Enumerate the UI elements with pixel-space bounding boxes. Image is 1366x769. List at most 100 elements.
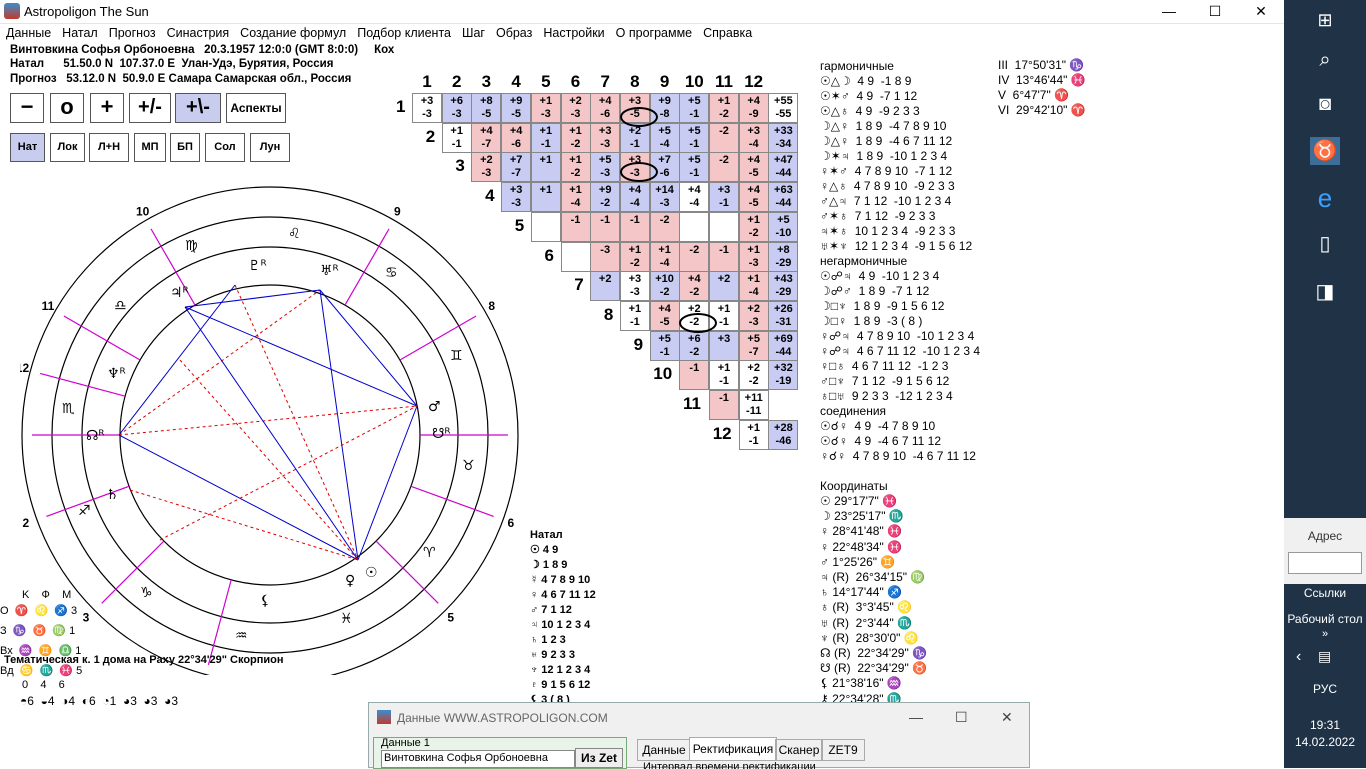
language-indicator[interactable]: РУС xyxy=(1284,682,1366,696)
mode-sol-button[interactable]: Сол xyxy=(205,133,245,162)
matrix-cell: +1 -1 xyxy=(441,122,472,153)
tab-data[interactable]: Данные xyxy=(637,739,691,761)
cell-plus-value: +1 xyxy=(747,243,760,256)
harmonic-aspect: ☽△♀ 1 8 9 -4 6 7 11 12 xyxy=(820,134,953,148)
tab-scanner[interactable]: Сканер xyxy=(775,739,823,761)
matrix-cell: +11 -11 xyxy=(738,390,769,420)
cell-minus-value: -2 xyxy=(630,256,640,269)
matrix-cell: +3 xyxy=(709,330,739,361)
menu-about[interactable]: О программе xyxy=(610,24,697,40)
from-zet-button[interactable]: Из Zet xyxy=(575,748,623,768)
menu-natal[interactable]: Натал xyxy=(56,24,103,40)
name-field[interactable]: Винтовкина Софья Орбоноевна xyxy=(381,750,575,768)
menu-settings[interactable]: Настройки xyxy=(537,24,609,40)
matrix-cell: +63 -44 xyxy=(768,182,799,213)
camera-icon[interactable]: ◙ xyxy=(1311,90,1339,118)
close-button[interactable]: ✕ xyxy=(1238,0,1284,22)
cell-minus-value: -29 xyxy=(775,256,792,269)
conjunction-aspect: ☉☌♀ 4 9 -4 6 7 11 12 xyxy=(820,434,941,448)
menu-image[interactable]: Образ xyxy=(490,24,537,40)
mode-lok-button[interactable]: Лок xyxy=(50,133,85,162)
clock-date[interactable]: 14.02.2022 xyxy=(1284,735,1366,749)
minimize-button[interactable]: — xyxy=(1146,0,1192,22)
zero-button[interactable]: o xyxy=(50,93,84,123)
desktop-label[interactable]: Рабочий стол xyxy=(1284,612,1366,626)
cell-minus-value: -3 xyxy=(630,286,640,299)
cell-plus-value: +5 xyxy=(688,154,701,167)
sagittarius-sign-icon: ♐ xyxy=(78,503,91,519)
tab-zet9[interactable]: ZET9 xyxy=(821,739,865,761)
natal-item: ☉ 4 9 xyxy=(530,544,559,556)
cell-minus-value: -4 xyxy=(659,137,670,150)
cell-plus-value: +4 xyxy=(747,95,760,107)
mode-nat-button[interactable]: Нат xyxy=(10,133,45,162)
mode-lun-button[interactable]: Лун xyxy=(250,133,290,162)
highlight-ellipse xyxy=(620,162,658,182)
mode-ln-button[interactable]: Л+Н xyxy=(89,133,129,162)
minus-button[interactable]: − xyxy=(10,93,44,123)
cell-plus-value: +47 xyxy=(774,154,793,167)
menu-data[interactable]: Данные xyxy=(0,24,56,40)
links-label[interactable]: Ссылки xyxy=(1284,586,1366,600)
maximize-button[interactable]: ☐ xyxy=(1192,0,1238,22)
cell-plus-value: +28 xyxy=(774,421,793,434)
cell-minus-value: -1 xyxy=(659,345,670,358)
subwin-maximize-button[interactable]: ☐ xyxy=(955,709,968,726)
menu-step[interactable]: Шаг xyxy=(456,24,490,40)
pisces-sign-icon: ♓ xyxy=(340,611,353,627)
harmonic-aspect: ☉△♁ 4 9 -9 2 3 3 xyxy=(820,104,920,118)
address-input[interactable] xyxy=(1288,552,1362,574)
windows-start-icon[interactable]: ⊞ xyxy=(1311,6,1339,34)
plus-button[interactable]: + xyxy=(90,93,124,123)
menu-formula[interactable]: Создание формул xyxy=(234,24,351,40)
cell-plus-value: +8 xyxy=(777,243,790,256)
clock-time[interactable]: 19:31 xyxy=(1284,718,1366,732)
menu-forecast[interactable]: Прогноз xyxy=(103,24,161,40)
device-icon[interactable]: ▯ xyxy=(1311,230,1339,258)
planet-coord: ⚸ 21°38'16" ♒ xyxy=(820,676,902,691)
matrix-cell: +4 -6 xyxy=(590,93,621,123)
aspects-button[interactable]: Аспекты xyxy=(226,93,286,123)
capricorn-sign-icon: ♑ xyxy=(140,585,153,601)
matrix-cell: +5 -3 xyxy=(590,152,621,183)
cell-plus-value: +1 xyxy=(628,302,642,315)
edge-browser-icon[interactable]: e xyxy=(1311,184,1339,212)
cell-plus-value: +5 xyxy=(658,332,671,345)
cell-minus-value: -1 xyxy=(689,167,700,180)
house-number-label: 10 xyxy=(136,205,150,219)
cell-plus-value: +5 xyxy=(598,154,612,167)
mode-mp-button[interactable]: МП xyxy=(134,133,166,162)
subwin-close-button[interactable]: ✕ xyxy=(1001,709,1013,726)
menu-synastry[interactable]: Синастрия xyxy=(161,24,235,40)
cell-minus-value: -1 xyxy=(719,243,729,256)
cell-minus-value: -4 xyxy=(630,197,640,210)
cell-minus-value: -9 xyxy=(748,108,759,120)
matrix-cell: +4 -4 xyxy=(679,182,710,213)
matrix-cell: +43 -29 xyxy=(768,271,799,302)
cell-plus-value: +3 xyxy=(628,95,642,107)
tab-rectification[interactable]: Ректификация xyxy=(689,737,777,761)
disharmonic-aspect: ♂□♆ 7 1 12 -9 1 5 6 12 xyxy=(820,374,950,388)
matrix-cell: +1 -2 xyxy=(560,122,591,153)
disharmonic-title: негармоничные xyxy=(820,254,908,268)
astropoligon-app-icon[interactable]: ♉ xyxy=(1310,137,1340,165)
menu-client[interactable]: Подбор клиента xyxy=(351,24,456,40)
expand-chevron-icon[interactable]: » xyxy=(1284,628,1366,640)
display-icon[interactable]: ◨ xyxy=(1311,278,1339,306)
plus-minus-button[interactable]: +/- xyxy=(129,93,171,123)
notification-icon[interactable]: ▤ xyxy=(1284,648,1366,665)
south-node-glyph-icon: ☋ᴿ xyxy=(432,426,451,442)
coords-title: Координаты xyxy=(820,479,888,493)
disharmonic-aspect: ♀☍♃ 4 7 8 9 10 -10 1 2 3 4 xyxy=(820,329,975,343)
menu-help[interactable]: Справка xyxy=(697,24,757,40)
mode-bp-button[interactable]: БП xyxy=(170,133,200,162)
natal-list: ☉ 4 9 ☽ 1 8 9 ☿ 4 7 8 9 10 ♀ 4 6 7 11 12 ♂ 7… xyxy=(530,543,596,708)
matrix-cell: +14 -3 xyxy=(649,182,680,213)
search-icon[interactable]: ⌕ xyxy=(1311,46,1339,74)
matrix-cell: -1 xyxy=(619,211,650,242)
house-number-label: 12 xyxy=(20,361,29,375)
uranus-glyph-icon: ♅ᴿ xyxy=(320,263,339,279)
cell-plus-value: +9 xyxy=(658,95,671,107)
plus-backslash-button[interactable]: +\- xyxy=(175,93,221,123)
subwin-minimize-button[interactable]: — xyxy=(909,709,923,725)
